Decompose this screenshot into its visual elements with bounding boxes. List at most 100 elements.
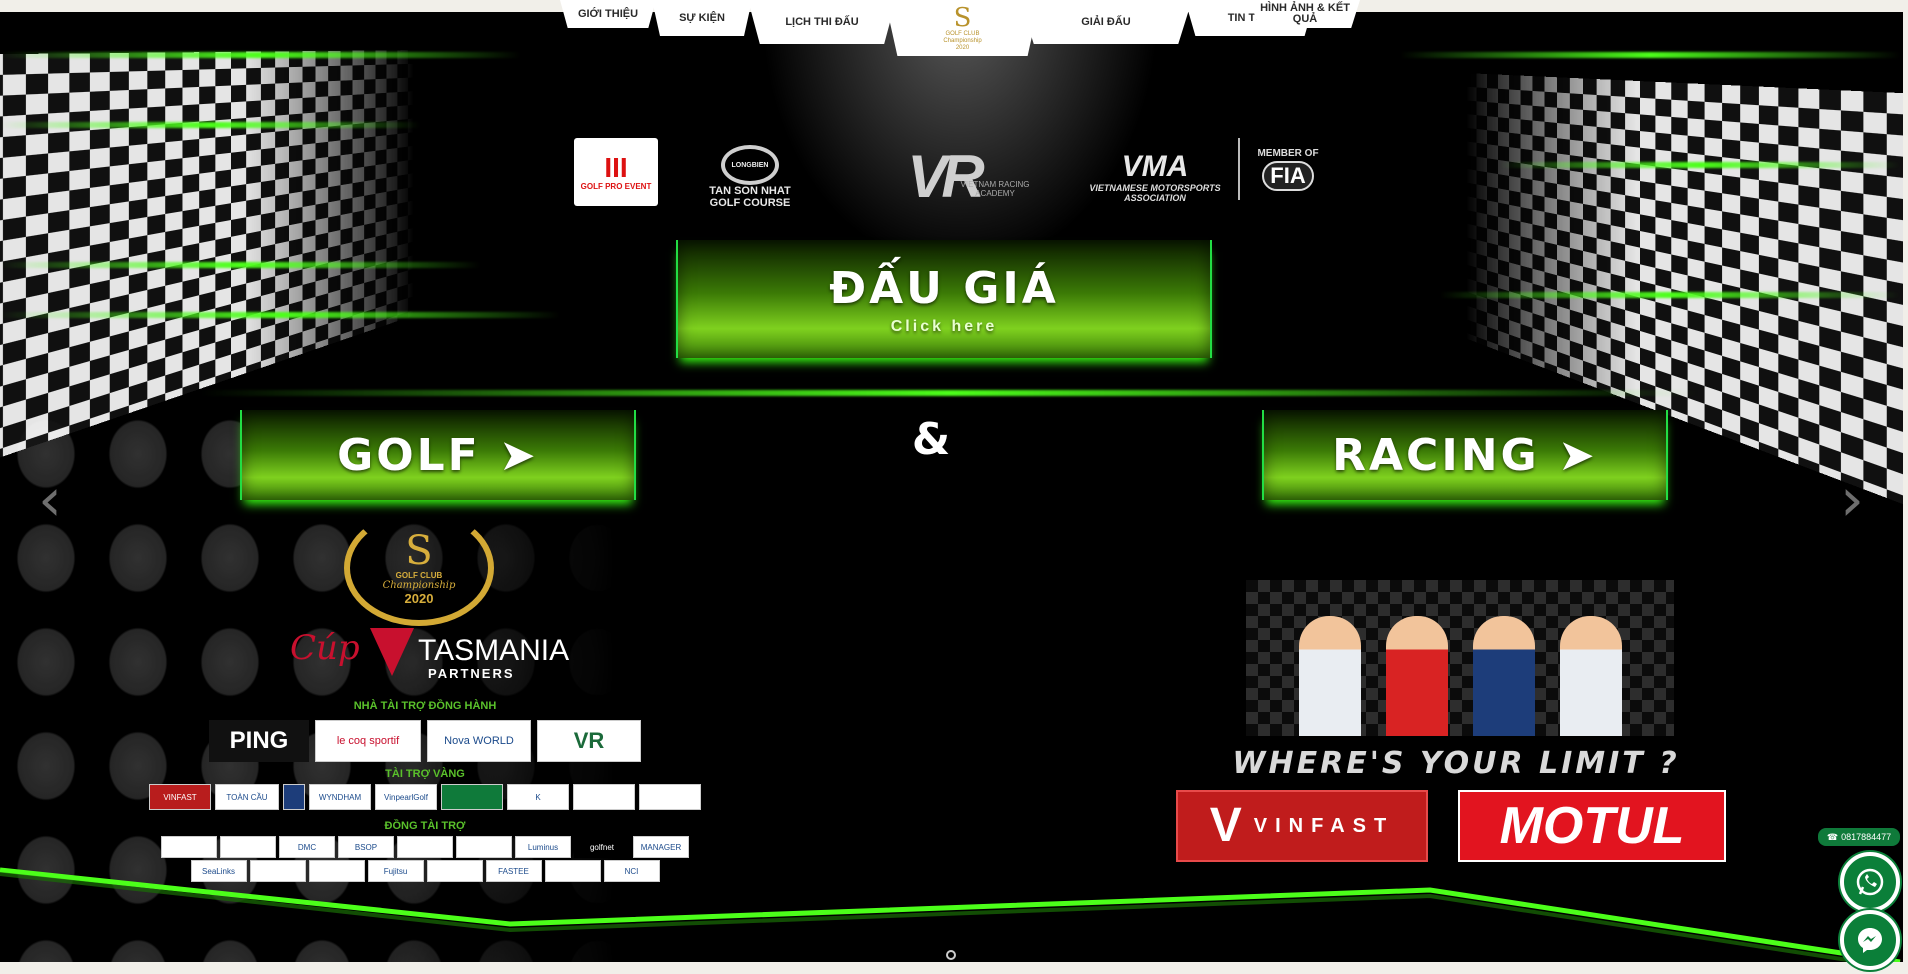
whatsapp-button[interactable] — [1840, 852, 1900, 912]
sponsor-logo — [283, 784, 305, 810]
emblem-letter: S — [405, 527, 433, 574]
companion-sponsors-heading: NHÀ TÀI TRỢ ĐỒNG HÀNH — [353, 700, 497, 712]
golf-pro-mark: III — [604, 151, 628, 183]
longbien-line1: TAN SON NHAT — [709, 185, 791, 197]
tasmania-word: TASMANIA — [418, 634, 570, 667]
light-streak — [0, 122, 420, 128]
sponsor-logo: MANAGER — [633, 836, 689, 858]
driver-figure — [1298, 616, 1361, 736]
longbien-logo: LONGBIEN TAN SON NHAT GOLF COURSE — [698, 138, 802, 216]
auction-button[interactable]: ĐẤU GIÁ Click here — [676, 240, 1212, 358]
sponsor-logo — [220, 836, 276, 858]
nav-item-hinh-anh[interactable]: HÌNH ẢNH & KẾT QUẢ — [1250, 0, 1360, 28]
sponsor-logo — [639, 784, 701, 810]
sponsor-logo — [441, 784, 503, 810]
sponsor-logo: NCI — [603, 860, 660, 882]
sponsor-logo: BSOP — [338, 836, 394, 858]
sponsor-logo: TOÀN CẦU — [215, 784, 279, 810]
chevron-right-icon[interactable]: › — [1832, 470, 1872, 530]
vr-text: VIETNAM RACING ACADEMY — [960, 180, 1030, 198]
nav-item-su-kien[interactable]: SỰ KIỆN — [652, 0, 752, 36]
nav-logo-line2: Championship — [943, 37, 982, 44]
light-streak — [200, 390, 1700, 396]
light-streak — [0, 312, 560, 318]
light-streak — [1500, 162, 1900, 168]
companion-sponsors-row: PING le coq sportif Nova WORLD VR — [140, 720, 710, 762]
emblem-line1: GOLF CLUB — [395, 570, 443, 580]
racing-button[interactable]: RACING ➤ — [1262, 410, 1668, 500]
golf-pro-text: GOLF PRO EVENT — [580, 181, 652, 191]
auction-title: ĐẤU GIÁ — [829, 262, 1059, 314]
golf-pro-logo: III GOLF PRO EVENT — [574, 138, 658, 206]
nav-home-logo[interactable]: S GOLF CLUB Championship 2020 — [885, 0, 1040, 56]
sponsor-logo: VR — [537, 720, 641, 762]
sponsor-logo: FASTEE — [485, 860, 542, 882]
golf-section: S GOLF CLUB Championship 2020 Cúp TASMAN… — [140, 510, 710, 890]
sponsor-logo — [426, 860, 483, 882]
nav-item-gioi-thieu[interactable]: GIỚI THIỆU — [560, 0, 656, 28]
racing-button-label: RACING ➤ — [1332, 429, 1598, 481]
nav-logo-line1: GOLF CLUB — [945, 30, 980, 37]
vinfast-text: VINFAST — [1253, 814, 1395, 837]
nav-item-lich-thi-dau[interactable]: LỊCH THI ĐẤU — [748, 0, 896, 44]
vinfast-mark: V — [1209, 799, 1242, 852]
gold-sponsors-row: VINFAST TOÀN CẦU WYNDHAM VinpearlGolf K — [140, 784, 710, 810]
sponsor-logo — [544, 860, 601, 882]
sponsor-logo: Nova WORLD — [427, 720, 531, 762]
sponsor-logo: SeaLinks — [190, 860, 247, 882]
longbien-line2: GOLF COURSE — [709, 197, 791, 209]
nav-logo-badge: S GOLF CLUB Championship 2020 — [922, 0, 1004, 56]
sponsor-logo: Luminus — [515, 836, 571, 858]
vr-academy-logo: VR VIETNAM RACING ACADEMY — [836, 138, 1050, 216]
auction-cta: Click here — [890, 317, 998, 335]
gold-sponsors-heading: TÀI TRỢ VÀNG — [385, 768, 465, 780]
phone-badge[interactable]: ☎ 0817884477 — [1818, 828, 1900, 846]
driver-figure — [1472, 616, 1535, 736]
light-streak — [0, 262, 480, 268]
sponsor-logo: VINFAST — [149, 784, 211, 810]
sponsor-logo: le coq sportif — [315, 720, 421, 762]
phone-number: 0817884477 — [1841, 832, 1892, 842]
sponsor-logo: DMC — [279, 836, 335, 858]
messenger-icon — [1858, 928, 1882, 953]
page: III GOLF PRO EVENT LONGBIEN TAN SON NHAT… — [0, 0, 1908, 974]
longbien-ring: LONGBIEN — [721, 145, 779, 185]
emblem-line2: Championship — [382, 579, 456, 591]
sponsor-logo — [397, 836, 453, 858]
phone-icon: ☎ — [1826, 831, 1839, 842]
driver-figure — [1559, 616, 1622, 736]
racing-section: WHERE'S YOUR LIMIT ? V VINFAST MOTUL — [1176, 580, 1736, 870]
messenger-button[interactable] — [1840, 910, 1900, 970]
racing-tagline: WHERE'S YOUR LIMIT ? — [1232, 746, 1680, 781]
tasmania-t-mark — [370, 628, 414, 676]
light-streak — [1400, 52, 1900, 58]
vma-line2: ASSOCIATION — [1124, 193, 1186, 203]
sponsor-logo: WYNDHAM — [309, 784, 371, 810]
vma-line1: VIETNAMESE MOTORSPORTS — [1089, 183, 1221, 193]
golf-button[interactable]: GOLF ➤ — [240, 410, 636, 500]
hero-banner: III GOLF PRO EVENT LONGBIEN TAN SON NHAT… — [0, 12, 1903, 962]
championship-emblem: S GOLF CLUB Championship 2020 — [344, 510, 494, 626]
sponsor-logo — [573, 784, 635, 810]
nav-item-giai-dau[interactable]: GIẢI ĐẤU — [1020, 0, 1192, 44]
golf-button-label: GOLF ➤ — [337, 429, 539, 481]
vma-logo: VMA VIETNAMESE MOTORSPORTS ASSOCIATION — [1080, 138, 1230, 216]
tasmania-cup-logo: Cúp TASMANIA PARTNERS — [290, 624, 570, 690]
sponsor-logo — [456, 836, 512, 858]
fia-logo: MEMBER OF FIA — [1238, 138, 1328, 200]
chevron-left-icon[interactable]: ‹ — [30, 470, 70, 530]
top-nav: GIỚI THIỆU SỰ KIỆN LỊCH THI ĐẤU GIẢI ĐẤU… — [560, 0, 1360, 58]
sponsor-logo: PING — [209, 720, 309, 762]
carousel-dot[interactable] — [946, 950, 956, 960]
vr-mark: VR — [907, 143, 984, 210]
co-sponsors-row-1: DMC BSOP Luminus golfnet MANAGER — [140, 836, 710, 858]
nav-logo-year: 2020 — [955, 44, 970, 51]
driver-figure — [1385, 616, 1448, 736]
sponsor-logo — [161, 836, 217, 858]
light-streak — [1440, 292, 1900, 298]
light-streak — [0, 52, 520, 58]
fia-mark: FIA — [1262, 160, 1314, 191]
sponsor-logo — [249, 860, 306, 882]
vinfast-logo: V VINFAST — [1176, 790, 1428, 862]
partner-logos: III GOLF PRO EVENT LONGBIEN TAN SON NHAT… — [574, 138, 1334, 216]
